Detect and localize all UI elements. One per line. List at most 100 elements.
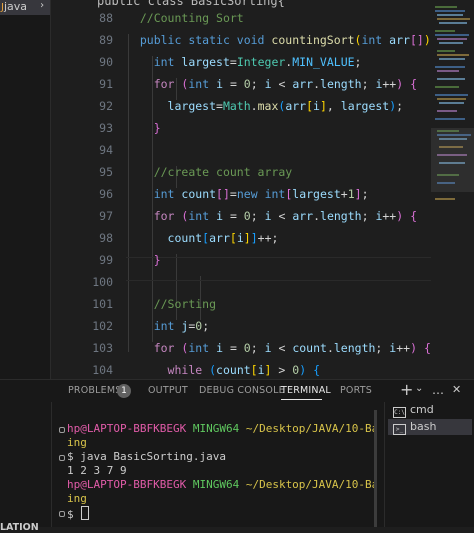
explorer-file-label: java (3, 0, 28, 13)
line-number: 103 (92, 341, 113, 355)
command-decoration-icon (59, 427, 65, 433)
minimap-line (435, 30, 455, 32)
minimap-viewport-slider[interactable] (431, 128, 474, 192)
terminal-prompt-line-wrap: ing (67, 492, 87, 506)
code-line: } (153, 253, 161, 267)
sticky-line-number: 7 (51, 0, 83, 1)
line-number: 95 (99, 165, 113, 179)
line-number: 93 (99, 121, 113, 135)
terminal-instance-bash[interactable]: >_ bash (388, 419, 472, 435)
prompt-path: ~/Desktop/JAVA/10-Basic-sort (245, 422, 375, 435)
minimap-line (435, 34, 469, 36)
tab-problems[interactable]: PROBLEMS (68, 383, 121, 399)
prompt-symbol: $ (67, 508, 74, 521)
minimap-line (439, 58, 465, 60)
tab-terminal[interactable]: TERMINAL (281, 383, 331, 399)
close-icon[interactable]: ✕ (452, 382, 461, 398)
minimap-line (437, 14, 463, 16)
add-terminal-icon[interactable]: + (400, 382, 413, 398)
minimap[interactable] (431, 0, 474, 379)
code-line: int count[]=new int[largest+1]; (153, 187, 369, 201)
prompt-path-wrap: ing (67, 492, 87, 505)
code-line: count[arr[i]]++; (167, 231, 279, 245)
code-line: //create count array (153, 165, 293, 179)
prompt-shell: MINGW64 (192, 422, 240, 435)
line-number: 94 (99, 143, 113, 157)
current-line-highlight (126, 257, 431, 281)
minimap-line (439, 22, 467, 24)
active-tab-indicator (281, 399, 322, 400)
command-decoration-icon (59, 455, 65, 461)
code-line: while (count[i] > 0) { (167, 363, 321, 377)
line-number: 102 (92, 319, 113, 333)
tab-ports[interactable]: PORTS (340, 383, 372, 399)
line-number: 90 (99, 55, 113, 69)
minimap-line (435, 118, 465, 120)
minimap-line (437, 98, 466, 100)
line-number: 100 (92, 275, 113, 289)
minimap-line (437, 78, 465, 80)
panel-tab-bar: PROBLEMS 1 OUTPUT DEBUG CONSOLE TERMINAL… (0, 380, 474, 402)
bottom-panel: PROBLEMS 1 OUTPUT DEBUG CONSOLE TERMINAL… (0, 379, 474, 533)
code-line: for (int i = 0; i < count.length; i++) { (153, 341, 431, 355)
prompt-user: hp@LAPTOP-BBFKBEGK (67, 478, 187, 491)
minimap-line (439, 42, 463, 44)
line-number: 96 (99, 187, 113, 201)
command-decoration-icon (59, 511, 65, 517)
minimap-line (437, 50, 455, 52)
line-number: 97 (99, 209, 113, 223)
bash-terminal-icon: >_ (393, 424, 406, 435)
more-actions-icon[interactable]: … (432, 382, 444, 398)
prompt-path: ~/Desktop/JAVA/10-Basic-sort (245, 478, 375, 491)
minimap-line (435, 94, 468, 96)
code-line: //Sorting (153, 297, 217, 311)
minimap-line (435, 10, 465, 12)
prompt-user: hp@LAPTOP-BBFKBEGK (67, 422, 187, 435)
prompt-path-wrap: ing (67, 436, 87, 449)
terminal-cursor (81, 506, 90, 520)
minimap-line (437, 38, 467, 40)
explorer-sidebar: Jjava › (0, 0, 50, 379)
minimap-line (435, 86, 459, 88)
line-number: 104 (92, 363, 113, 377)
line-number: 89 (99, 33, 113, 47)
tab-output[interactable]: OUTPUT (148, 383, 188, 399)
code-editor[interactable]: 7 public class BasicSorting{ 88 89 90 91… (51, 0, 431, 379)
terminal-input-line[interactable]: $ (67, 506, 90, 522)
line-number: 98 (99, 231, 113, 245)
terminal-prompt-line: hp@LAPTOP-BBFKBEGK MINGW64 ~/Desktop/JAV… (67, 478, 375, 492)
chevron-right-icon[interactable]: › (39, 0, 45, 11)
minimap-line (435, 6, 457, 8)
minimap-line (439, 102, 464, 104)
terminal-prompt-line: hp@LAPTOP-BBFKBEGK MINGW64 ~/Desktop/JAV… (67, 422, 375, 436)
terminal-command-line: $ java BasicSorting.java (67, 450, 226, 464)
prompt-shell: MINGW64 (192, 478, 240, 491)
terminal-instance-cmd[interactable]: C:\ cmd (388, 402, 472, 418)
terminal-output[interactable]: hp@LAPTOP-BBFKBEGK MINGW64 ~/Desktop/JAV… (0, 402, 375, 527)
terminal-command: java BasicSorting.java (80, 450, 226, 463)
minimap-line (435, 66, 465, 68)
chevron-down-icon[interactable]: ⌄ (415, 381, 423, 397)
prompt-symbol: $ (67, 450, 74, 463)
terminal-output-line: 1 2 3 7 9 (67, 464, 127, 477)
minimap-line (437, 110, 457, 112)
code-line: //Counting Sort (139, 11, 244, 25)
code-line: for (int i = 0; i < arr.length; i++) { (153, 209, 418, 223)
line-number: 101 (92, 297, 113, 311)
code-line: for (int i = 0; i < arr.length; i++) { (153, 77, 418, 91)
line-number: 91 (99, 77, 113, 91)
line-number: 92 (99, 99, 113, 113)
terminal-scrollbar[interactable] (374, 410, 377, 527)
terminal-instance-label: bash (410, 420, 437, 433)
minimap-line (437, 54, 469, 56)
tab-debug-console[interactable]: DEBUG CONSOLE (199, 383, 285, 399)
line-number: 99 (99, 253, 113, 267)
problems-count-badge: 1 (117, 384, 131, 398)
terminal-instance-label: cmd (410, 403, 434, 416)
code-line: } (153, 121, 161, 135)
minimap-line (437, 70, 459, 72)
code-line: largest=Math.max(arr[i], largest); (167, 99, 404, 113)
minimap-line (435, 198, 455, 200)
terminal-prompt-line-wrap: ing (67, 436, 87, 450)
sticky-scroll-header[interactable]: 7 public class BasicSorting{ (76, 0, 285, 8)
